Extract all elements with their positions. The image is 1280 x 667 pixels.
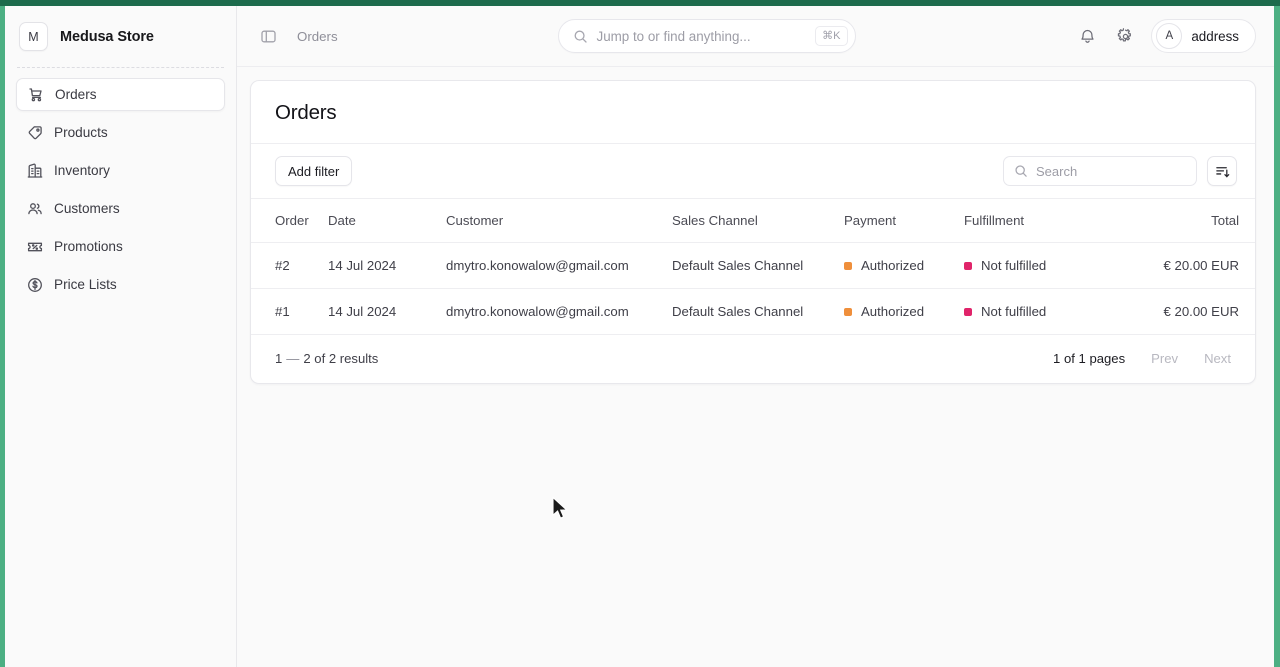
- cell-extra: -: [1239, 288, 1255, 335]
- app-frame: M Medusa Store Orders Products Inventory…: [0, 0, 1280, 667]
- status-badge: Authorized: [844, 258, 964, 273]
- table-head: Order Date Customer Sales Channel Paymen…: [251, 199, 1255, 243]
- page-indicator: 1 of 1 pages: [1053, 351, 1126, 366]
- cell-order: #2: [251, 242, 328, 289]
- omnisearch-input[interactable]: Jump to or find anything... ⌘K: [557, 19, 856, 53]
- building-icon: [26, 162, 43, 179]
- sidebar: M Medusa Store Orders Products Inventory…: [5, 6, 237, 667]
- gear-icon[interactable]: [1113, 24, 1137, 48]
- orders-card: Orders Add filter Search Order Date Cust…: [250, 80, 1256, 384]
- column-header-total[interactable]: Total: [1119, 199, 1239, 243]
- table-toolbar: Add filter Search: [251, 144, 1255, 199]
- cell-payment: Authorized: [844, 242, 964, 289]
- column-header-date[interactable]: Date: [328, 199, 446, 243]
- search-input[interactable]: Search: [1003, 156, 1197, 186]
- sidebar-item-label: Products: [54, 125, 108, 140]
- status-badge: Not fulfilled: [964, 304, 1119, 319]
- page-title: Orders: [275, 101, 337, 124]
- content-area: Orders Add filter Search Order Date Cust…: [237, 67, 1274, 667]
- column-header-payment[interactable]: Payment: [844, 199, 964, 243]
- column-header-sales-channel[interactable]: Sales Channel: [672, 199, 844, 243]
- breadcrumb[interactable]: Orders: [297, 29, 338, 44]
- table-footer: 1—2 of 2 results 1 of 1 pages Prev Next: [251, 335, 1255, 383]
- tag-icon: [26, 124, 43, 141]
- cell-extra: -: [1239, 242, 1255, 289]
- sidebar-item-customers[interactable]: Customers: [16, 192, 225, 225]
- main-area: Orders Jump to or find anything... ⌘K A …: [237, 6, 1274, 667]
- pagination: 1 of 1 pages Prev Next: [1053, 351, 1231, 366]
- next-page-button[interactable]: Next: [1204, 351, 1231, 366]
- status-dot-not-fulfilled: [964, 307, 972, 316]
- column-header-order[interactable]: Order: [251, 199, 328, 243]
- status-badge: Authorized: [844, 304, 964, 319]
- table-row[interactable]: #2 14 Jul 2024 dmytro.konowalow@gmail.co…: [251, 242, 1255, 289]
- column-header-fulfillment[interactable]: Fulfillment: [964, 199, 1119, 243]
- status-label: Not fulfilled: [981, 304, 1047, 319]
- sidebar-item-label: Inventory: [54, 163, 110, 178]
- search-icon: [1014, 164, 1028, 178]
- ticket-icon: [26, 238, 43, 255]
- omnisearch-shortcut: ⌘K: [815, 26, 848, 46]
- results-range-dash: —: [286, 351, 300, 366]
- cell-total: € 20.00 EUR: [1119, 242, 1239, 289]
- sidebar-item-price-lists[interactable]: Price Lists: [16, 268, 225, 301]
- status-dot-authorized: [844, 307, 852, 316]
- store-brand[interactable]: M Medusa Store: [5, 6, 236, 67]
- status-dot-not-fulfilled: [964, 261, 972, 270]
- cell-sales-channel: Default Sales Channel: [672, 288, 844, 335]
- cart-icon: [27, 86, 44, 103]
- orders-table: Order Date Customer Sales Channel Paymen…: [251, 199, 1255, 335]
- bell-icon[interactable]: [1075, 24, 1099, 48]
- sidebar-item-label: Promotions: [54, 239, 123, 254]
- cell-total: € 20.00 EUR: [1119, 288, 1239, 335]
- cell-payment: Authorized: [844, 288, 964, 335]
- cell-date: 14 Jul 2024: [328, 288, 446, 335]
- status-badge: Not fulfilled: [964, 258, 1119, 273]
- sidebar-toggle-icon[interactable]: [257, 25, 279, 47]
- sidebar-nav: Orders Products Inventory Customers Prom…: [5, 68, 236, 306]
- sidebar-item-label: Price Lists: [54, 277, 117, 292]
- status-label: Authorized: [861, 304, 925, 319]
- search-placeholder: Search: [1036, 163, 1078, 179]
- add-filter-button[interactable]: Add filter: [275, 156, 353, 186]
- card-header: Orders: [251, 81, 1255, 144]
- status-label: Not fulfilled: [981, 258, 1047, 273]
- store-avatar: M: [19, 22, 48, 51]
- avatar: A: [1156, 23, 1183, 49]
- cell-sales-channel: Default Sales Channel: [672, 242, 844, 289]
- omnisearch-placeholder: Jump to or find anything...: [596, 28, 751, 44]
- sidebar-item-inventory[interactable]: Inventory: [16, 154, 225, 187]
- user-name: address: [1191, 28, 1239, 44]
- sidebar-item-promotions[interactable]: Promotions: [16, 230, 225, 263]
- sidebar-item-label: Customers: [54, 201, 120, 216]
- table-body: #2 14 Jul 2024 dmytro.konowalow@gmail.co…: [251, 242, 1255, 335]
- cell-customer: dmytro.konowalow@gmail.com: [446, 288, 672, 335]
- table-row[interactable]: #1 14 Jul 2024 dmytro.konowalow@gmail.co…: [251, 288, 1255, 335]
- results-range-end: 2 of 2 results: [303, 351, 379, 366]
- cell-fulfillment: Not fulfilled: [964, 242, 1119, 289]
- status-label: Authorized: [861, 258, 925, 273]
- sort-descending-icon[interactable]: [1207, 156, 1237, 186]
- column-header-customer[interactable]: Customer: [446, 199, 672, 243]
- cell-date: 14 Jul 2024: [328, 242, 446, 289]
- prev-page-button[interactable]: Prev: [1151, 351, 1178, 366]
- topbar-actions: A address: [1075, 19, 1256, 53]
- sidebar-item-orders[interactable]: Orders: [16, 78, 225, 111]
- results-range-start: 1: [275, 351, 283, 366]
- sidebar-item-products[interactable]: Products: [16, 116, 225, 149]
- results-count: 1—2 of 2 results: [275, 351, 378, 366]
- users-icon: [26, 200, 43, 217]
- cell-customer: dmytro.konowalow@gmail.com: [446, 242, 672, 289]
- store-name: Medusa Store: [60, 28, 154, 45]
- dollar-circle-icon: [26, 276, 43, 293]
- search-icon: [573, 29, 588, 44]
- user-menu[interactable]: A address: [1151, 19, 1256, 53]
- sidebar-item-label: Orders: [55, 87, 97, 102]
- cell-fulfillment: Not fulfilled: [964, 288, 1119, 335]
- topbar: Orders Jump to or find anything... ⌘K A …: [237, 6, 1274, 67]
- status-dot-authorized: [844, 261, 852, 270]
- table-header-row: Order Date Customer Sales Channel Paymen…: [251, 199, 1255, 243]
- cell-order: #1: [251, 288, 328, 335]
- column-header-extra: [1239, 199, 1255, 243]
